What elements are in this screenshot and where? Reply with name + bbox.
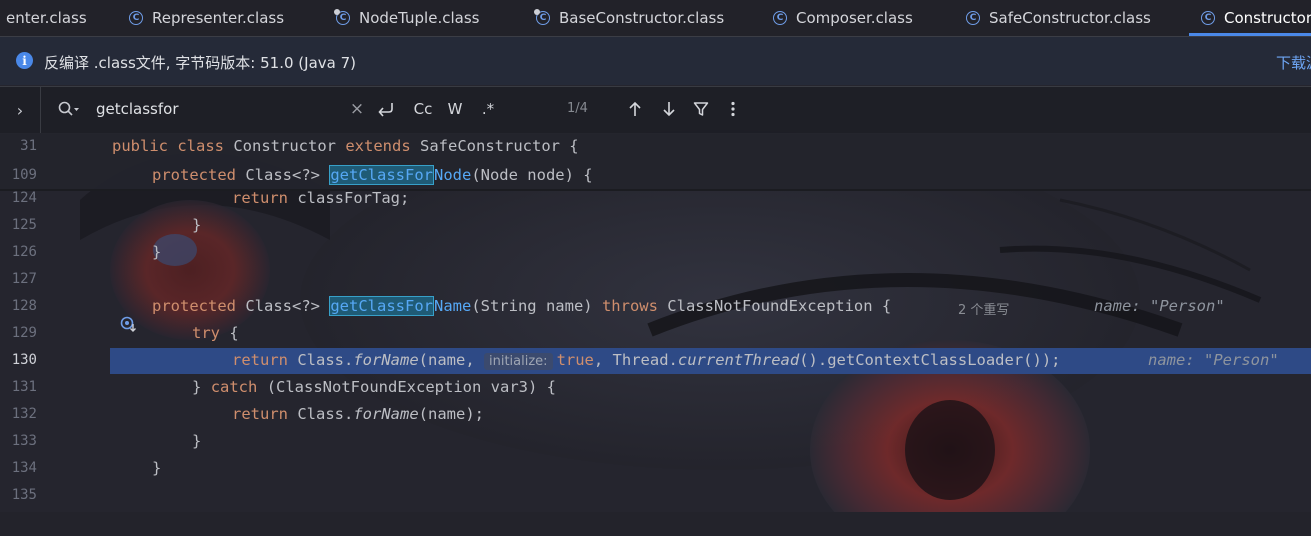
line-number: 134 (11, 460, 37, 476)
banner-text: 反编译 .class文件, 字节码版本: 51.0 (Java 7) (44, 54, 356, 72)
code-text: } (152, 459, 162, 477)
match-case-button[interactable]: Cc (411, 97, 435, 121)
arrow-down-icon (663, 102, 675, 117)
tab-label: NodeTuple.class (359, 9, 480, 27)
code-line: 131 } catch (ClassNotFoundException var3… (0, 374, 1311, 401)
code-line: 126 } (0, 239, 1311, 266)
code-line: 135 (0, 482, 1311, 509)
line-number: 31 (20, 138, 37, 154)
line-number: 131 (11, 379, 37, 395)
active-tab-indicator (1189, 33, 1311, 36)
line-number: 109 (11, 167, 37, 183)
line-number: 128 (11, 298, 37, 314)
next-match-button[interactable] (660, 97, 678, 121)
tab-representer-partial[interactable]: enter.class (6, 0, 87, 36)
editor-tab-bar: enter.class C Representer.class C NodeTu… (0, 0, 1311, 37)
line-number: 126 (11, 244, 37, 260)
usages-hint[interactable]: 2 个重写 (958, 299, 1009, 318)
line-number: 129 (11, 325, 37, 341)
arrow-up-icon (629, 101, 641, 116)
regex-button[interactable]: .* (478, 97, 498, 121)
whole-words-button[interactable]: W (445, 97, 465, 121)
sticky-line[interactable]: 109 protected Class<?> getClassForNode(N… (0, 162, 1311, 189)
filter-button[interactable] (692, 97, 710, 121)
debug-inline-value: name: "Person" (1148, 351, 1279, 369)
line-number: 132 (11, 406, 37, 422)
decompiled-info-banner: i 反编译 .class文件, 字节码版本: 51.0 (Java 7) 下载源 (0, 37, 1311, 85)
tab-label: Composer.class (796, 9, 913, 27)
newline-icon[interactable] (376, 97, 396, 121)
tab-representer[interactable]: C Representer.class (129, 0, 284, 36)
previous-match-button[interactable] (626, 97, 644, 121)
line-number: 133 (11, 433, 37, 449)
code-text: } (192, 432, 202, 450)
filter-icon (693, 102, 709, 116)
search-input[interactable] (96, 98, 336, 120)
code-line: 127 (0, 266, 1311, 293)
tab-composer[interactable]: C Composer.class (773, 0, 913, 36)
code-text: public class Constructor extends SafeCon… (112, 137, 579, 155)
tab-baseconstructor[interactable]: C BaseConstructor.class (534, 0, 725, 36)
download-sources-link[interactable]: 下载源 (1276, 52, 1311, 73)
more-vertical-icon (731, 101, 735, 117)
code-line: 125 } (0, 212, 1311, 239)
code-text: try { (192, 324, 239, 342)
code-editor[interactable]: 124 return classForTag; 125 } 126 } 127 … (0, 133, 1311, 512)
chevron-right-icon: › (16, 100, 24, 120)
parameter-hint: initialize: (483, 353, 553, 370)
line-number: 127 (11, 271, 37, 287)
search-history-icon[interactable] (58, 101, 80, 121)
code-text: return Class.forName(name); (232, 405, 484, 423)
more-options-button[interactable] (726, 97, 740, 121)
tab-constructor[interactable]: C Constructor (1189, 0, 1311, 36)
code-text: } catch (ClassNotFoundException var3) { (192, 378, 556, 396)
find-bar: › × Cc W .* 1/4 (0, 86, 1311, 134)
tab-label: SafeConstructor.class (989, 9, 1151, 27)
class-icon: C (129, 11, 143, 25)
search-match-current: getClassFor (329, 165, 434, 185)
tab-label: Representer.class (152, 9, 285, 27)
expand-replace-button[interactable]: › (0, 87, 41, 133)
class-icon: C (966, 11, 980, 25)
search-match: getClassFor (329, 296, 434, 316)
code-text: return classForTag; (232, 189, 410, 207)
code-line: 133 } (0, 428, 1311, 455)
code-line: 134 } (0, 455, 1311, 482)
tab-label: BaseConstructor.class (559, 9, 725, 27)
code-line-current: 130 return Class.forName(name, initializ… (0, 347, 1311, 374)
match-counter: 1/4 (567, 101, 588, 116)
class-icon: C (334, 9, 350, 25)
line-number: 130 (11, 352, 37, 368)
class-icon: C (773, 11, 787, 25)
tab-label: enter.class (6, 9, 87, 27)
code-line: 129 try { (0, 320, 1311, 347)
code-text: return Class.forName(name, initialize: tr… (232, 351, 1061, 370)
code-text: protected Class<?> getClassForName(Strin… (152, 296, 892, 316)
info-icon: i (16, 52, 33, 69)
clear-search-icon[interactable]: × (350, 97, 364, 121)
line-number: 135 (11, 487, 37, 503)
code-text: } (192, 216, 202, 234)
code-line: 132 return Class.forName(name); (0, 401, 1311, 428)
code-line: 128 protected Class<?> getClassForName(S… (0, 293, 1311, 332)
sticky-line[interactable]: 31 public class Constructor extends Safe… (0, 133, 1311, 162)
code-text: } (152, 243, 162, 261)
class-icon: C (1201, 11, 1215, 25)
sticky-divider (0, 189, 1311, 191)
tab-safeconstructor[interactable]: C SafeConstructor.class (966, 0, 1151, 36)
tab-label: Constructor (1224, 9, 1311, 27)
class-icon: C (534, 9, 550, 25)
debug-inline-value: name: "Person" (1094, 297, 1225, 315)
tab-nodetuple[interactable]: C NodeTuple.class (334, 0, 480, 36)
code-text: protected Class<?> getClassForNode(Node … (152, 165, 593, 185)
